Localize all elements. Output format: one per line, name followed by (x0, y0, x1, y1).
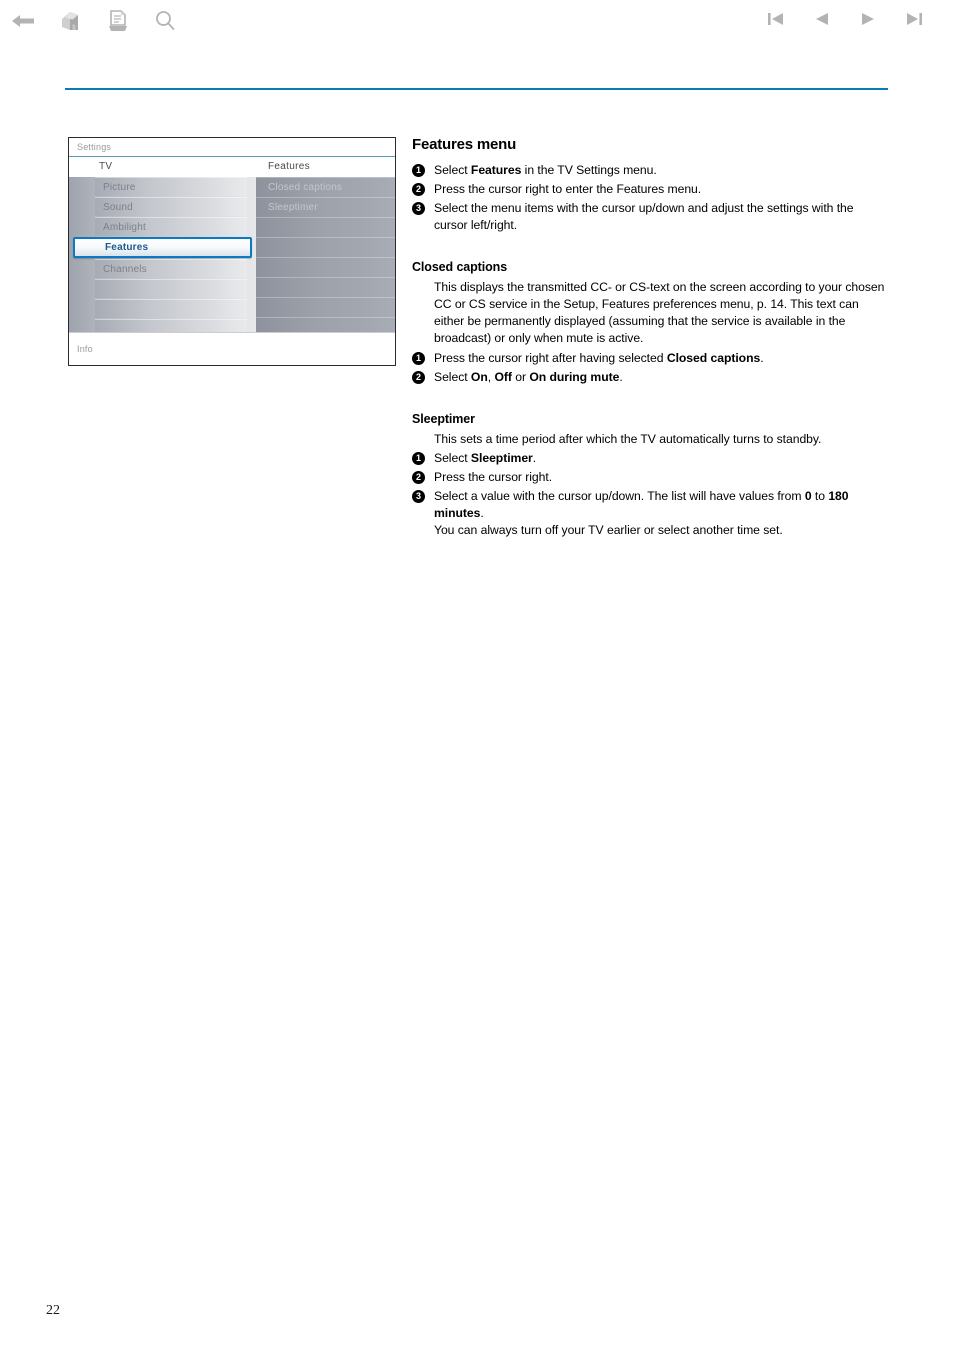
tv-menu-left-header: TV (69, 157, 256, 177)
tv-submenu-item-blank-5 (256, 297, 395, 316)
previous-page-icon[interactable] (812, 10, 832, 28)
closed-captions-paragraph: This displays the transmitted CC- or CS-… (434, 279, 885, 345)
list-item: 3 Select a value with the cursor up/down… (412, 488, 890, 539)
tv-menu-body: TV Picture Sound Ambilight Features Chan… (69, 157, 395, 338)
first-page-icon[interactable] (766, 10, 786, 28)
tv-menu-left-rows: Picture Sound Ambilight Features Channel… (69, 177, 256, 338)
list-item: 1 Select Sleeptimer. (412, 450, 890, 467)
step-text: Select Sleeptimer. (434, 451, 537, 466)
step-number-icon: 2 (412, 370, 425, 384)
document-print-icon[interactable] (106, 8, 130, 34)
list-item: 1 Select Features in the TV Settings men… (412, 162, 890, 179)
top-toolbar (0, 0, 954, 48)
back-arrow-icon[interactable] (10, 11, 36, 31)
step-number-icon: 2 (412, 182, 425, 196)
closed-captions-steps: 1 Press the cursor right after having se… (412, 350, 890, 386)
tv-menu-item-picture[interactable]: Picture (95, 177, 247, 196)
tv-submenu-item-closed-captions[interactable]: Closed captions (256, 177, 395, 196)
tv-submenu-item-blank-2 (256, 237, 395, 256)
tv-submenu-item-blank-4 (256, 277, 395, 296)
tv-menu-item-blank-2 (95, 299, 247, 318)
step-text: Press the cursor right to enter the Feat… (434, 181, 702, 196)
step-number-icon: 3 (412, 201, 425, 215)
step-number-icon: 2 (412, 471, 425, 485)
toolbar-left-group (10, 8, 178, 34)
list-item: 1 Press the cursor right after having se… (412, 350, 890, 367)
tv-settings-menu-screenshot: Settings TV Picture Sound Ambilight Feat… (68, 137, 396, 366)
tv-menu-right-column: Features Closed captions Sleeptimer (256, 157, 395, 332)
tv-menu-item-sound[interactable]: Sound (95, 197, 247, 216)
list-item: 3 Select the menu items with the cursor … (412, 200, 890, 234)
step-number-icon: 1 (412, 164, 425, 177)
article-content: Features menu 1 Select Features in the T… (412, 136, 890, 541)
tv-menu-item-ambilight[interactable]: Ambilight (95, 217, 247, 236)
next-page-icon[interactable] (858, 10, 878, 28)
toolbar-right-group (766, 10, 924, 28)
features-menu-steps: 1 Select Features in the TV Settings men… (412, 162, 890, 234)
tv-menu-left-column: TV Picture Sound Ambilight Features Chan… (69, 157, 256, 338)
page-number: 22 (46, 1303, 60, 1318)
tv-submenu-item-blank-3 (256, 257, 395, 276)
tv-submenu-item-blank-1 (256, 217, 395, 236)
page-title: Features menu (412, 136, 517, 153)
step-text: Select the menu items with the cursor up… (434, 200, 854, 232)
step-text: Select Features in the TV Settings menu. (434, 163, 657, 177)
list-item: 2 Press the cursor right to enter the Fe… (412, 181, 890, 198)
step-text: Select On, Off or On during mute. (434, 369, 623, 384)
tv-submenu-item-sleeptimer[interactable]: Sleeptimer (256, 197, 395, 216)
sleeptimer-paragraph: This sets a time period after which the … (434, 431, 822, 446)
home-icon[interactable] (58, 8, 84, 34)
list-item: 2 Press the cursor right. (412, 469, 890, 486)
search-icon[interactable] (152, 8, 178, 34)
sleeptimer-heading: Sleeptimer (412, 411, 475, 426)
step-number-icon: 3 (412, 490, 425, 504)
step-text: Select a value with the cursor up/down. … (434, 489, 849, 538)
tv-menu-info-bar: Info (69, 332, 395, 365)
tv-menu-window-title: Settings (69, 138, 395, 156)
tv-menu-item-blank-1 (95, 279, 247, 298)
tv-menu-right-header: Features (256, 157, 395, 177)
list-item: 2 Select On, Off or On during mute. (412, 369, 890, 386)
step-number-icon: 1 (412, 452, 425, 466)
last-page-icon[interactable] (904, 10, 924, 28)
closed-captions-heading: Closed captions (412, 259, 508, 274)
step-text: Press the cursor right after having sele… (434, 350, 764, 365)
tv-menu-item-channels[interactable]: Channels (95, 259, 247, 278)
step-number-icon: 1 (412, 351, 425, 365)
header-divider (65, 88, 888, 90)
tv-menu-item-features[interactable]: Features (73, 237, 252, 258)
step-text: Press the cursor right. (434, 470, 553, 485)
sleeptimer-steps: 1 Select Sleeptimer. 2 Press the cursor … (412, 450, 890, 539)
